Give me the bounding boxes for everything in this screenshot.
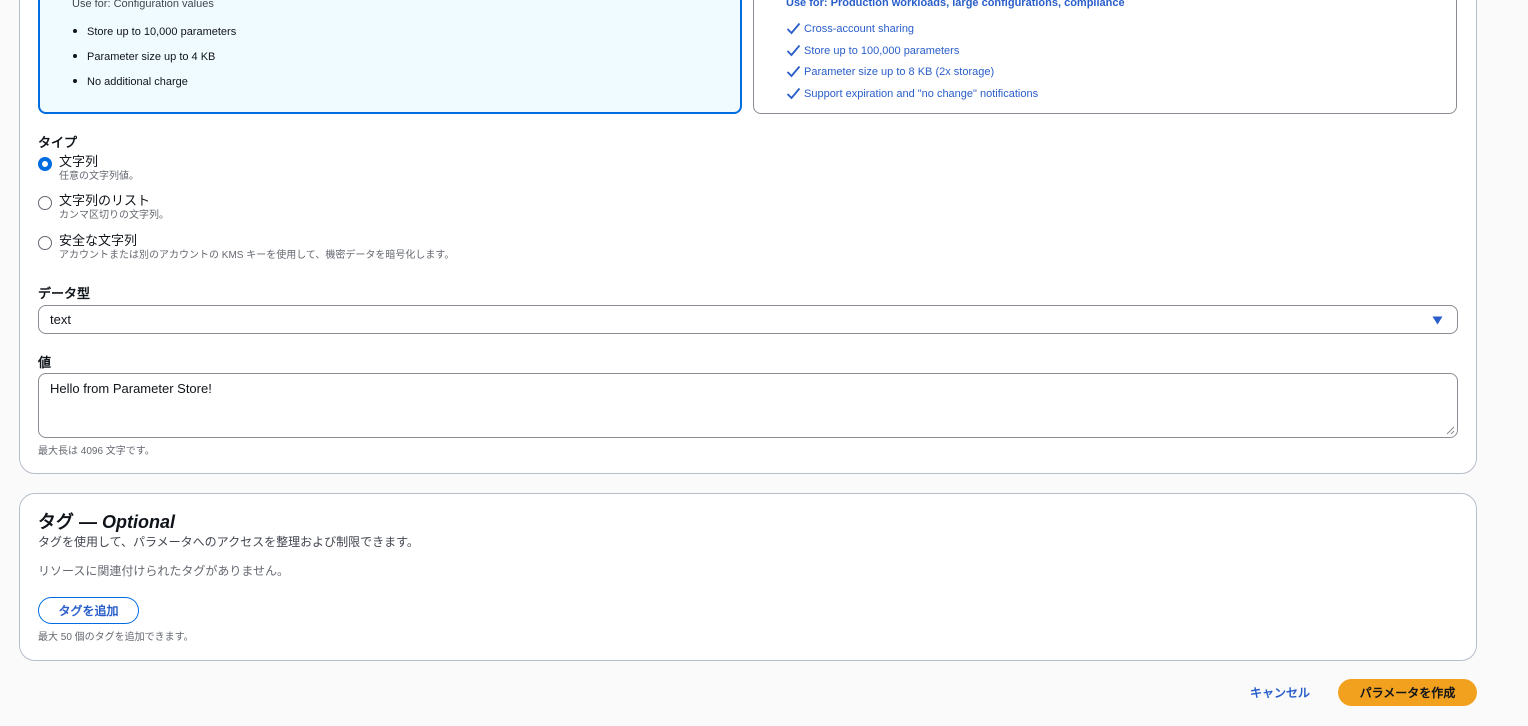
create-parameter-button[interactable]: パラメータを作成 [1338, 679, 1477, 706]
standard-use-for: Use for: Configuration values [72, 0, 214, 10]
check-icon [786, 87, 801, 100]
tier-tile-standard[interactable]: Use for: Configuration values Store up t… [38, 0, 742, 114]
radio-description: 任意の文字列値。 [59, 171, 139, 182]
resize-handle-icon[interactable] [1446, 426, 1455, 435]
data-type-selected-value: text [50, 312, 71, 327]
data-type-label: データ型 [38, 286, 91, 301]
value-text: Hello from Parameter Store! [50, 381, 212, 396]
list-item: Cross-account sharing [786, 22, 914, 35]
radio-string-list[interactable]: 文字列のリスト カンマ区切りの文字列。 [38, 193, 169, 223]
list-item: Parameter size up to 4 KB [73, 51, 215, 63]
cancel-button[interactable]: キャンセル [1238, 679, 1322, 705]
radio-description: アカウントまたは別のアカウントの KMS キーを使用して、機密データを暗号化しま… [59, 250, 455, 261]
tags-title: タグ — Optional [38, 512, 176, 532]
list-item: No additional charge [73, 76, 188, 88]
radio-button[interactable] [38, 196, 52, 210]
tags-hint: 最大 50 個のタグを追加できます。 [38, 632, 194, 643]
value-textarea[interactable]: Hello from Parameter Store! [38, 373, 1458, 438]
value-hint: 最大長は 4096 文字です。 [38, 446, 155, 457]
radio-secure-string[interactable]: 安全な文字列 アカウントまたは別のアカウントの KMS キーを使用して、機密デー… [38, 233, 454, 263]
radio-string[interactable]: 文字列 任意の文字列値。 [38, 154, 139, 184]
value-label: 値 [38, 355, 52, 370]
check-icon [786, 44, 801, 57]
radio-label: 文字列のリスト [59, 193, 151, 208]
list-item: Store up to 10,000 parameters [73, 26, 236, 38]
check-icon [786, 22, 801, 35]
tags-empty-text: リソースに関連付けられたタグがありません。 [38, 564, 290, 578]
list-item: Support expiration and "no change" notif… [786, 87, 1038, 100]
radio-description: カンマ区切りの文字列。 [59, 210, 169, 221]
check-icon [786, 65, 801, 78]
tier-tile-advanced[interactable]: Use for: Production workloads, large con… [753, 0, 1457, 114]
advanced-use-for: Use for: Production workloads, large con… [786, 0, 1125, 9]
optional-label: Optional [102, 512, 176, 532]
type-label: タイプ [38, 135, 78, 150]
data-type-select[interactable]: text [38, 305, 1458, 334]
radio-button-selected[interactable] [38, 157, 52, 171]
radio-label: 文字列 [59, 154, 99, 169]
list-item: Store up to 100,000 parameters [786, 44, 959, 57]
tags-description: タグを使用して、パラメータへのアクセスを整理および制限できます。 [38, 535, 419, 549]
radio-button[interactable] [38, 236, 52, 250]
radio-label: 安全な文字列 [59, 233, 138, 248]
add-tag-button[interactable]: タグを追加 [38, 597, 139, 624]
list-item: Parameter size up to 8 KB (2x storage) [786, 65, 994, 78]
caret-down-icon [1432, 316, 1443, 325]
